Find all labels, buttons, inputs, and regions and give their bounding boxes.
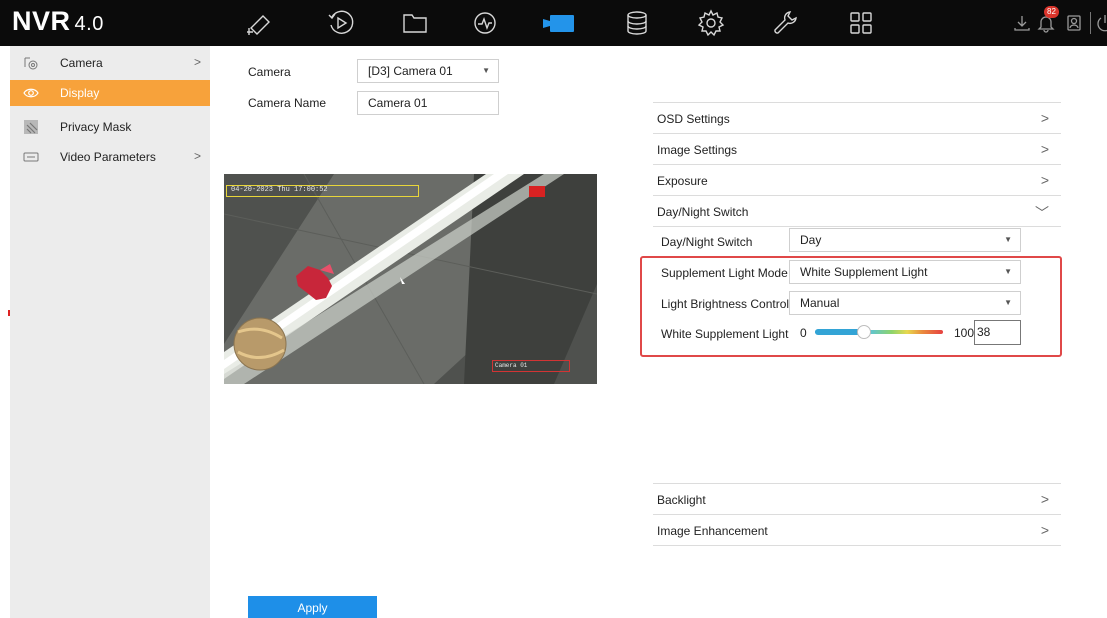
camera-name-label: Camera Name — [248, 96, 327, 110]
chevron-right-icon: > — [1040, 491, 1049, 507]
white-supplement-light-input[interactable]: 38 — [974, 320, 1021, 345]
sidebar-item-label: Display — [60, 86, 100, 100]
chevron-right-icon: > — [1040, 141, 1049, 157]
apply-button[interactable]: Apply — [248, 596, 377, 618]
light-brightness-control-label: Light Brightness Control — [661, 297, 790, 311]
alarm-count-badge: 82 — [1044, 6, 1059, 18]
storage-icon[interactable] — [622, 8, 652, 38]
sidebar-item-display[interactable]: Display — [10, 80, 210, 106]
power-icon[interactable] — [1095, 13, 1107, 33]
day-night-switch-label: Day/Night Switch — [657, 205, 749, 219]
maintenance-icon[interactable] — [770, 8, 800, 38]
slider-min-label: 0 — [800, 326, 807, 340]
image-enhancement-row[interactable]: Image Enhancement > — [653, 514, 1061, 545]
camera-select[interactable]: [D3] Camera 01 ▼ — [357, 59, 499, 83]
brightness-slider-handle[interactable] — [857, 325, 871, 339]
chevron-down-icon: ▼ — [1004, 235, 1012, 244]
playback-icon[interactable] — [326, 8, 356, 38]
file-management-icon[interactable] — [400, 8, 430, 38]
display-eye-icon — [23, 85, 39, 101]
chevron-right-icon: > — [1040, 110, 1049, 126]
camera-name-input[interactable]: Camera 01 — [357, 91, 499, 115]
osd-camera-name[interactable]: Camera 01 — [492, 360, 570, 372]
supplement-light-mode-label: Supplement Light Mode — [661, 266, 788, 280]
chevron-right-icon: > — [194, 55, 202, 69]
sidebar: Camera > Display Privacy Mask Video Para… — [10, 46, 210, 618]
osd-settings-row[interactable]: OSD Settings > — [653, 102, 1061, 133]
smart-analysis-icon[interactable] — [470, 8, 500, 38]
osd-settings-label: OSD Settings — [657, 112, 730, 126]
light-brightness-control-select[interactable]: Manual ▼ — [789, 291, 1021, 315]
privacy-mask-icon — [23, 119, 39, 135]
day-night-switch-field-label: Day/Night Switch — [661, 235, 753, 249]
exposure-label: Exposure — [657, 174, 708, 188]
chevron-right-icon: > — [1040, 522, 1049, 538]
grid-layout-icon[interactable] — [846, 8, 876, 38]
top-bar: NVR 4.0 82 — [0, 0, 1107, 46]
sidebar-item-video-parameters[interactable]: Video Parameters > — [10, 144, 210, 170]
white-supplement-light-label: White Supplement Light — [661, 327, 789, 341]
camera-settings-icon — [23, 55, 39, 71]
day-night-switch-row[interactable]: Day/Night Switch ﹀ — [653, 195, 1061, 226]
download-icon[interactable] — [1012, 13, 1032, 33]
live-view-icon[interactable] — [243, 8, 273, 38]
backlight-label: Backlight — [657, 493, 706, 507]
sidebar-item-label: Privacy Mask — [60, 120, 132, 134]
chevron-down-icon: ﹀ — [1035, 205, 1049, 221]
app-logo: NVR 4.0 — [12, 6, 104, 36]
chevron-right-icon: > — [1040, 172, 1049, 188]
image-enhancement-label: Image Enhancement — [657, 524, 768, 538]
row-divider — [653, 226, 1061, 227]
sidebar-item-label: Video Parameters — [60, 150, 156, 164]
camera-label: Camera — [248, 65, 291, 79]
tray-divider — [1090, 12, 1091, 34]
exposure-row[interactable]: Exposure > — [653, 164, 1061, 195]
backlight-row[interactable]: Backlight > — [653, 483, 1061, 514]
preview-scene — [224, 174, 597, 384]
slider-max-label: 100 — [954, 326, 975, 340]
video-parameters-icon — [23, 149, 39, 165]
sidebar-item-privacy-mask[interactable]: Privacy Mask — [10, 114, 210, 140]
system-settings-icon[interactable] — [696, 8, 726, 38]
day-night-switch-select[interactable]: Day ▼ — [789, 228, 1021, 252]
image-settings-label: Image Settings — [657, 143, 738, 157]
osd-timestamp[interactable]: 04-20-2023 Thu 17:00:52 — [226, 185, 419, 197]
camera-preview[interactable]: 04-20-2023 Thu 17:00:52 Camera 01 — [224, 174, 597, 384]
chevron-down-icon: ▼ — [1004, 298, 1012, 307]
supplement-light-mode-select[interactable]: White Supplement Light ▼ — [789, 260, 1021, 284]
row-divider — [653, 545, 1061, 546]
brightness-slider-fill — [815, 329, 863, 335]
camera-icon[interactable] — [540, 8, 574, 38]
image-settings-row[interactable]: Image Settings > — [653, 133, 1061, 164]
edge-marker — [8, 310, 10, 316]
chevron-down-icon: ▼ — [482, 66, 490, 75]
user-account-icon[interactable] — [1064, 13, 1084, 33]
chevron-down-icon: ▼ — [1004, 267, 1012, 276]
sidebar-item-label: Camera — [60, 56, 103, 70]
recording-indicator-icon — [529, 186, 545, 197]
sidebar-item-camera[interactable]: Camera > — [10, 50, 210, 76]
chevron-right-icon: > — [194, 149, 202, 163]
